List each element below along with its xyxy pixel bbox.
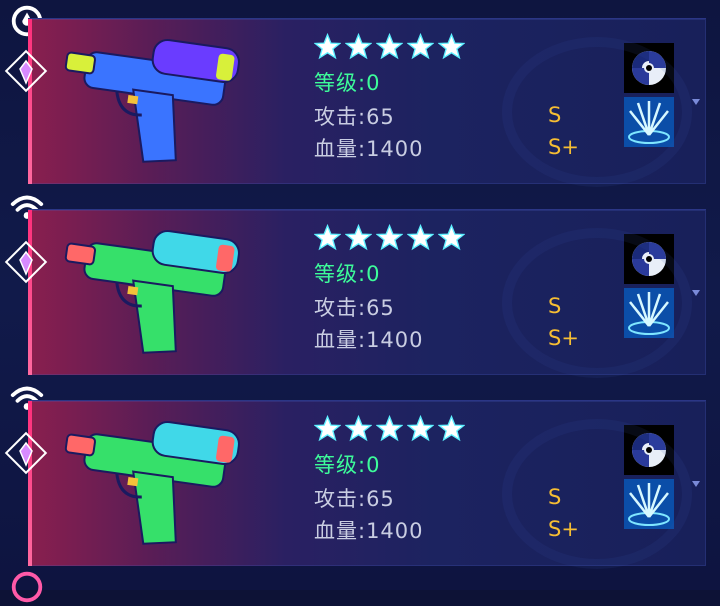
star-icon	[438, 224, 465, 251]
diamond-emblem-icon	[4, 240, 48, 284]
attack-label: 攻击:65	[314, 296, 395, 320]
hp-label: 血量:1400	[314, 137, 424, 161]
star-icon	[407, 415, 434, 442]
star-icon	[345, 33, 372, 60]
level-label: 等级:0	[314, 71, 381, 95]
water-gun-icon	[64, 39, 240, 163]
star-icon	[407, 224, 434, 251]
hp-label: 血量:1400	[314, 519, 424, 543]
star-icon	[345, 415, 372, 442]
whirlwind-skill-icon[interactable]	[624, 425, 674, 475]
selection-strip	[28, 401, 32, 566]
star-icon	[438, 33, 465, 60]
attack-label: 攻击:65	[314, 105, 395, 129]
selection-strip	[28, 210, 32, 375]
diamond-emblem-icon	[4, 431, 48, 475]
level-label: 等级:0	[314, 453, 381, 477]
level-label: 等级:0	[314, 262, 381, 286]
gun-card[interactable]: 等级:0 攻击:65 血量:1400 S S+	[4, 209, 706, 378]
water-gun-icon	[64, 421, 240, 545]
hp-label: 血量:1400	[314, 328, 424, 352]
attack-grade: S	[548, 485, 562, 509]
star-rating	[314, 33, 465, 60]
splash-skill-icon[interactable]	[624, 288, 674, 338]
expand-arrow-icon[interactable]	[692, 481, 700, 487]
star-icon	[376, 224, 403, 251]
attack-label: 攻击:65	[314, 487, 395, 511]
hp-grade: S+	[548, 326, 579, 350]
hp-grade: S+	[548, 135, 579, 159]
star-icon	[376, 33, 403, 60]
expand-arrow-icon[interactable]	[692, 99, 700, 105]
star-icon	[438, 415, 465, 442]
attack-grade: S	[548, 103, 562, 127]
splash-skill-icon[interactable]	[624, 97, 674, 147]
selection-strip	[28, 19, 32, 184]
gun-card[interactable]: 等级:0 攻击:65 血量:1400 S S+	[4, 400, 706, 569]
whirlwind-skill-icon[interactable]	[624, 234, 674, 284]
water-gun-icon	[64, 230, 240, 354]
splash-skill-icon[interactable]	[624, 479, 674, 529]
whirlwind-skill-icon[interactable]	[624, 43, 674, 93]
star-icon	[314, 224, 341, 251]
expand-arrow-icon[interactable]	[692, 290, 700, 296]
star-icon	[407, 33, 434, 60]
star-icon	[345, 224, 372, 251]
star-rating	[314, 415, 465, 442]
star-icon	[314, 415, 341, 442]
star-rating	[314, 224, 465, 251]
attack-grade: S	[548, 294, 562, 318]
star-icon	[376, 415, 403, 442]
drop-icon[interactable]	[8, 568, 46, 606]
star-icon	[314, 33, 341, 60]
hp-grade: S+	[548, 517, 579, 541]
diamond-emblem-icon	[4, 49, 48, 93]
gun-card[interactable]: 等级:0 攻击:65 血量:1400 S S+	[4, 18, 706, 187]
